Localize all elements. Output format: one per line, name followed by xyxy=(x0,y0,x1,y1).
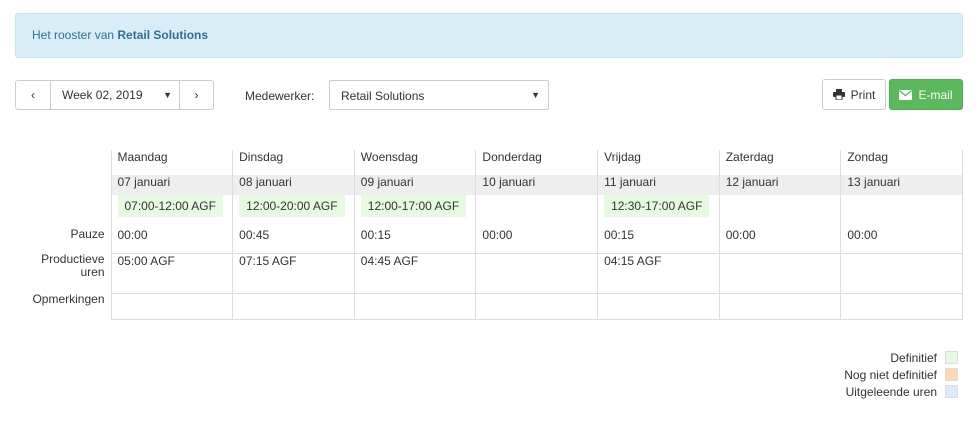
pause-value: 00:00 xyxy=(110,228,233,253)
pause-label: Pauze xyxy=(15,228,111,253)
chevron-left-icon: ‹ xyxy=(31,88,35,102)
week-select[interactable]: Week 02, 2019 ▼ xyxy=(50,80,180,110)
pause-value: 00:45 xyxy=(232,228,355,253)
pause-value: 00:15 xyxy=(353,228,476,253)
day-name: Donderdag xyxy=(475,150,598,175)
pause-value: 00:00 xyxy=(475,228,598,253)
remarks-cell xyxy=(353,292,477,320)
shift-block[interactable]: 12:00-17:00 AGF xyxy=(360,195,467,217)
caret-down-icon: ▼ xyxy=(163,90,172,100)
shift-block[interactable]: 12:30-17:00 AGF xyxy=(604,195,710,217)
employee-select-value: Retail Solutions xyxy=(341,89,425,103)
pause-value: 00:00 xyxy=(718,228,841,253)
day-date: 11 januari xyxy=(597,175,720,195)
pause-row: Pauze 00:00 00:45 00:15 00:00 00:15 00:0… xyxy=(15,228,963,253)
empty-shift-cell xyxy=(475,195,598,228)
day-name: Zaterdag xyxy=(718,150,841,175)
day-date: 07 januari xyxy=(110,175,233,195)
productive-hours-value: 04:15 AGF xyxy=(597,252,720,293)
legend-item: Nog niet definitief xyxy=(844,366,958,383)
day-date: 12 januari xyxy=(718,175,841,195)
shift-block[interactable]: 12:00-20:00 AGF xyxy=(239,195,345,217)
shift-row: 07:00-12:00 AGF 12:00-20:00 AGF 12:00-17… xyxy=(15,195,963,228)
legend-label: Uitgeleende uren xyxy=(845,384,937,399)
envelope-icon xyxy=(899,89,913,100)
day-name: Maandag xyxy=(110,150,233,175)
banner-company: Retail Solutions xyxy=(117,28,209,42)
employee-select[interactable]: Retail Solutions ▼ xyxy=(329,80,549,110)
banner-prefix: Het rooster van xyxy=(32,28,118,42)
day-name-row: Maandag Dinsdag Woensdag Donderdag Vrijd… xyxy=(15,150,963,175)
caret-down-icon: ▼ xyxy=(531,90,540,100)
legend-swatch xyxy=(945,368,958,381)
remarks-cell xyxy=(840,292,963,320)
remarks-cell xyxy=(475,292,599,320)
empty-shift-cell xyxy=(718,195,841,228)
week-select-value: Week 02, 2019 xyxy=(62,88,143,102)
print-button[interactable]: Print xyxy=(822,79,886,110)
remarks-label: Opmerkingen xyxy=(15,293,111,319)
day-date: 10 januari xyxy=(475,175,598,195)
pause-value: 00:15 xyxy=(597,228,720,253)
productive-hours-value xyxy=(475,252,599,293)
printer-icon xyxy=(832,89,845,100)
schedule-table: Maandag Dinsdag Woensdag Donderdag Vrijd… xyxy=(15,150,963,320)
productive-hours-label: Productieve uren xyxy=(15,253,111,293)
legend: Definitief Nog niet definitief Uitgeleen… xyxy=(844,349,958,400)
schedule-banner: Het rooster van Retail Solutions xyxy=(15,13,963,58)
productive-hours-value xyxy=(718,252,842,293)
legend-item: Definitief xyxy=(844,349,958,366)
productive-hours-row: Productieve uren 05:00 AGF 07:15 AGF 04:… xyxy=(15,252,963,293)
day-name: Dinsdag xyxy=(232,150,355,175)
productive-hours-value: 07:15 AGF xyxy=(232,252,355,293)
remarks-row: Opmerkingen xyxy=(15,292,963,320)
day-date: 09 januari xyxy=(353,175,476,195)
legend-label: Nog niet definitief xyxy=(844,367,937,382)
print-label: Print xyxy=(850,87,876,102)
remarks-cell xyxy=(110,292,234,320)
productive-hours-value xyxy=(840,252,963,293)
day-date: 08 januari xyxy=(232,175,355,195)
day-name: Zondag xyxy=(840,150,963,175)
day-name: Vrijdag xyxy=(597,150,720,175)
day-date: 13 januari xyxy=(840,175,963,195)
legend-swatch xyxy=(945,385,958,398)
day-date-row: 07 januari 08 januari 09 januari 10 janu… xyxy=(15,175,963,195)
email-label: E-mail xyxy=(918,87,953,102)
legend-item: Uitgeleende uren xyxy=(844,383,958,400)
remarks-cell xyxy=(597,292,720,320)
employee-label: Medewerker: xyxy=(245,89,315,103)
next-week-button[interactable]: › xyxy=(179,80,214,110)
remarks-cell xyxy=(718,292,842,320)
legend-label: Definitief xyxy=(890,350,937,365)
email-button[interactable]: E-mail xyxy=(889,79,963,110)
legend-swatch xyxy=(945,351,958,364)
previous-week-button[interactable]: ‹ xyxy=(15,80,51,110)
shift-block[interactable]: 07:00-12:00 AGF xyxy=(117,195,223,217)
productive-hours-value: 04:45 AGF xyxy=(353,252,477,293)
empty-shift-cell xyxy=(840,195,963,228)
productive-hours-value: 05:00 AGF xyxy=(110,252,234,293)
day-name: Woensdag xyxy=(353,150,476,175)
chevron-right-icon: › xyxy=(194,88,199,102)
remarks-cell xyxy=(232,292,355,320)
pause-value: 00:00 xyxy=(840,228,963,253)
